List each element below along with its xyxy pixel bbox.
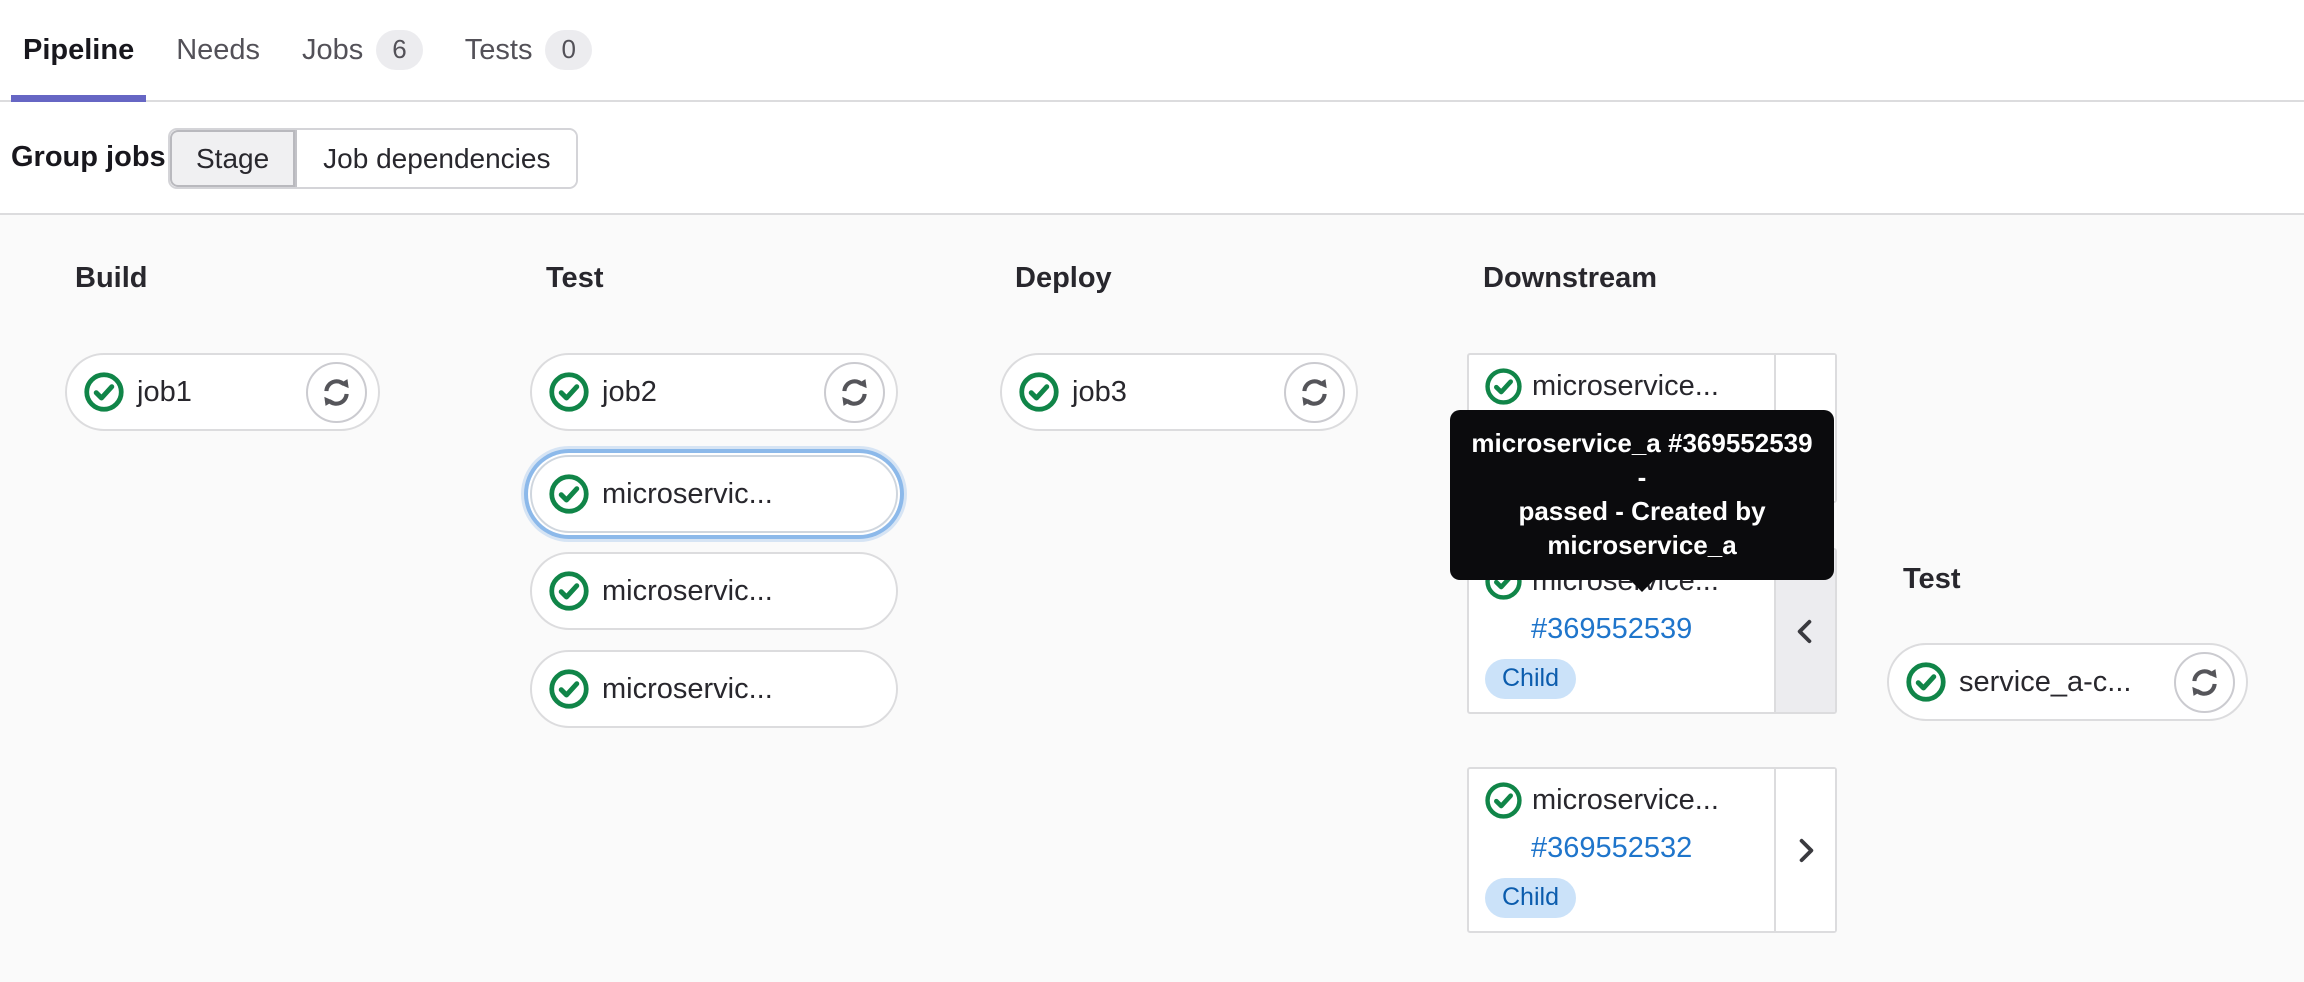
status-passed-icon	[549, 669, 589, 709]
job-name: microservic...	[602, 477, 773, 510]
group-jobs-by-segmented-control: Stage Job dependencies	[168, 128, 579, 189]
status-passed-icon	[549, 571, 589, 611]
retry-icon	[320, 376, 353, 409]
job-name: microservic...	[602, 574, 773, 607]
chevron-left-icon	[1790, 616, 1821, 647]
job-pill-job1[interactable]: job1	[65, 353, 380, 431]
controls-row: Group jobs by Stage Job dependencies	[0, 102, 2304, 215]
status-passed-icon	[1485, 368, 1522, 405]
stage-header-build: Build	[75, 262, 148, 294]
job-name: microservic...	[602, 672, 773, 705]
retry-icon	[838, 376, 871, 409]
job-pill-service-a[interactable]: service_a-c...	[1887, 643, 2248, 721]
downstream-pipeline-title: microservice...	[1532, 784, 1719, 816]
job-pill-job2[interactable]: job2	[530, 353, 898, 431]
stage-header-downstream: Downstream	[1483, 262, 1658, 294]
expand-button[interactable]	[1774, 769, 1835, 931]
tab-tests-label: Tests	[464, 33, 533, 66]
status-passed-icon	[549, 474, 589, 514]
job-pill-job3[interactable]: job3	[1000, 353, 1358, 431]
jobs-count-badge: 6	[376, 30, 423, 70]
retry-button[interactable]	[2174, 651, 2235, 713]
job-name: job3	[1072, 375, 1127, 408]
job-pill-microservice-selected[interactable]: microservic...	[530, 455, 898, 533]
job-name: job2	[602, 375, 657, 408]
tests-count-badge: 0	[545, 30, 592, 70]
job-name: service_a-c...	[1959, 665, 2132, 698]
status-passed-icon	[549, 372, 589, 412]
tooltip-line: microservice_a #369552539 -	[1471, 428, 1813, 492]
retry-button[interactable]	[824, 361, 885, 423]
segment-job-dependencies[interactable]: Job dependencies	[297, 130, 577, 187]
stage-header-child-test: Test	[1903, 563, 1961, 595]
tooltip-line: microservice_a	[1547, 530, 1737, 560]
chevron-right-icon	[1790, 835, 1821, 866]
segment-stage[interactable]: Stage	[170, 130, 298, 187]
child-badge: Child	[1485, 878, 1576, 918]
retry-button[interactable]	[306, 361, 367, 423]
status-passed-icon	[84, 372, 124, 412]
downstream-pipeline-title: microservice...	[1532, 370, 1719, 402]
stage-header-deploy: Deploy	[1015, 262, 1112, 294]
job-name: job1	[137, 375, 192, 408]
retry-button[interactable]	[1284, 361, 1345, 423]
tab-pipeline[interactable]: Pipeline	[2, 0, 155, 102]
tab-needs-label: Needs	[176, 33, 261, 66]
retry-icon	[1298, 376, 1331, 409]
job-pill-microservice[interactable]: microservic...	[530, 650, 898, 728]
downstream-pipeline-link[interactable]: #369552532	[1531, 832, 1762, 865]
job-pill-microservice[interactable]: microservic...	[530, 552, 898, 630]
status-passed-icon	[1485, 782, 1522, 819]
retry-icon	[2188, 666, 2221, 699]
tab-tests[interactable]: Tests 0	[444, 0, 613, 100]
pipeline-tooltip: microservice_a #369552539 - passed - Cre…	[1450, 410, 1834, 580]
tab-needs[interactable]: Needs	[155, 0, 281, 100]
status-passed-icon	[1019, 372, 1059, 412]
pipeline-graph-canvas: Build Test Deploy Downstream job1 job2 m…	[0, 215, 2304, 982]
child-badge: Child	[1485, 659, 1576, 699]
pipeline-tabbar: Pipeline Needs Jobs 6 Tests 0	[0, 0, 2304, 102]
stage-header-test: Test	[546, 262, 604, 294]
downstream-card[interactable]: microservice... #369552532 Child	[1467, 767, 1837, 933]
tooltip-line: passed - Created by	[1518, 496, 1766, 526]
status-passed-icon	[1906, 662, 1946, 702]
downstream-pipeline-link[interactable]: #369552539	[1531, 613, 1762, 646]
tab-pipeline-label: Pipeline	[23, 33, 135, 66]
tab-jobs[interactable]: Jobs 6	[281, 0, 444, 100]
tab-jobs-label: Jobs	[302, 33, 364, 66]
